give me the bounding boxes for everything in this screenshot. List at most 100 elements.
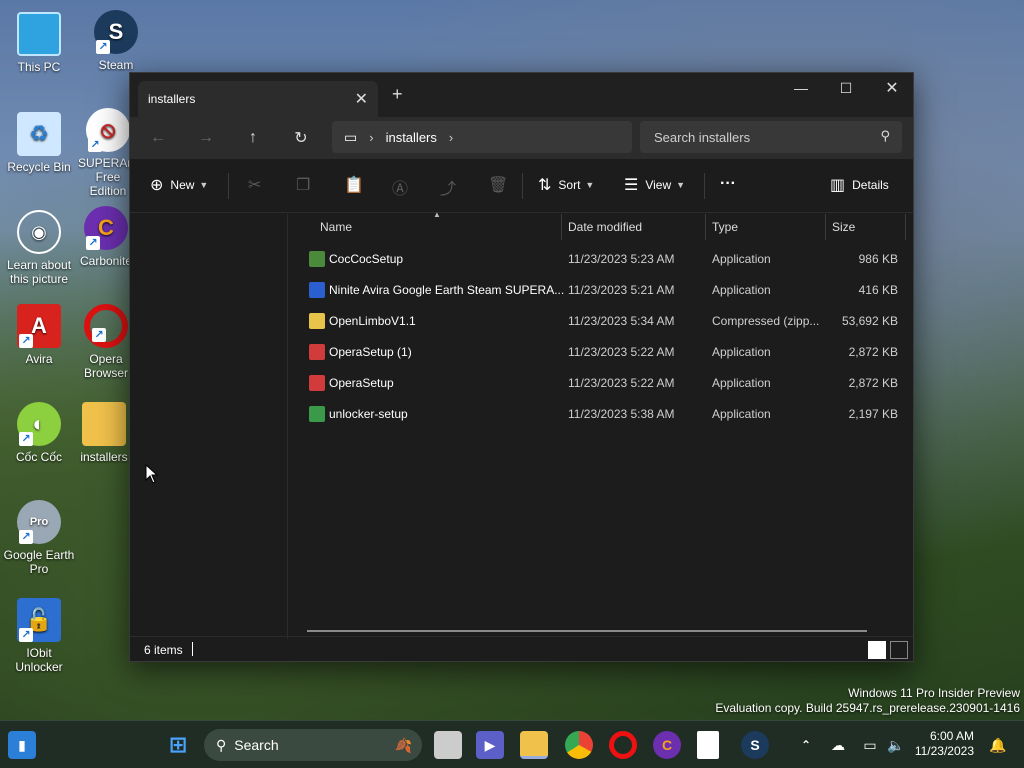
forward-arrow-icon[interactable]: → [194, 127, 218, 149]
file-explorer-window: installers ✕ + — ☐ ✕ ← → ↑ ↻ ▭ › install… [129, 72, 914, 662]
cut-icon[interactable]: ✂ [248, 175, 261, 195]
paste-icon[interactable]: 📋 [344, 175, 364, 195]
file-icon [309, 282, 325, 298]
file-row[interactable]: OpenLimboV1.1 11/23/2023 5:34 AM Compresse… [289, 306, 914, 337]
file-type: Application [712, 283, 771, 297]
back-arrow-icon[interactable]: ← [146, 127, 170, 149]
file-type: Compressed (zipp... [712, 314, 820, 328]
desktop-icon-avira[interactable]: A ↗ Avira [1, 304, 77, 366]
file-row[interactable]: CocCocSetup 11/23/2023 5:23 AM Application… [289, 244, 914, 275]
close-tab-icon[interactable]: ✕ [355, 89, 368, 109]
avira-icon: A ↗ [17, 304, 61, 348]
widgets-icon[interactable]: ▮ [8, 731, 36, 759]
horizontal-scrollbar[interactable] [307, 630, 867, 632]
file-explorer-icon[interactable] [520, 731, 548, 759]
more-options-button[interactable]: ··· [720, 175, 736, 193]
column-header-name[interactable]: Name [320, 220, 352, 234]
minimize-icon[interactable]: — [778, 73, 824, 103]
tiles-view-toggle-icon[interactable] [890, 641, 908, 659]
taskbar: ▮ ⊞ ⚲ Search 🍂 ▶ C S ⌃ ☁ ▭ 🔈 6:00 AM 11/… [0, 720, 1024, 768]
command-bar: ⊕ New ▼ ✂ ❐ 📋 Ⓐ ⤴ 🗑 ⇅ Sort ▼ ☰ View ▼ ··… [130, 159, 913, 213]
new-button[interactable]: ⊕ New ▼ [150, 175, 208, 195]
google-earth-icon: Pro ↗ [17, 500, 61, 544]
details-pane-button[interactable]: ▥ Details [830, 175, 889, 195]
desktop-icon-iobit-unlocker[interactable]: 🔓 ↗ IObit Unlocker [1, 598, 77, 674]
meet-chat-icon[interactable]: ▶ [476, 731, 504, 759]
desktop-icon-this-pc[interactable]: This PC [1, 12, 77, 74]
file-row[interactable]: OperaSetup 11/23/2023 5:22 AM Application 2… [289, 368, 914, 399]
file-name: OpenLimboV1.1 [329, 314, 416, 328]
onedrive-icon[interactable]: ☁ [824, 731, 852, 759]
column-header-type[interactable]: Type [712, 220, 738, 234]
refresh-icon[interactable]: ↻ [289, 127, 313, 149]
taskbar-search[interactable]: ⚲ Search 🍂 [204, 729, 422, 761]
file-name: CocCocSetup [329, 252, 404, 266]
close-window-icon[interactable]: ✕ [869, 73, 915, 103]
rename-icon[interactable]: Ⓐ [392, 175, 408, 199]
navigation-pane[interactable] [130, 214, 288, 639]
delete-icon[interactable]: 🗑 [488, 175, 508, 195]
opera-icon[interactable] [609, 731, 637, 759]
carbonite-icon[interactable]: C [653, 731, 681, 759]
divider [228, 173, 229, 199]
file-type: Application [712, 345, 771, 359]
clock[interactable]: 6:00 AM 11/23/2023 [915, 729, 974, 759]
file-name: Ninite Avira Google Earth Steam SUPERA..… [329, 283, 565, 297]
maximize-icon[interactable]: ☐ [823, 73, 869, 103]
chevron-right-icon[interactable]: › [449, 130, 453, 145]
coccoc-icon: ◐ ↗ [17, 402, 61, 446]
desktop-icon-recycle-bin[interactable]: ♻ Recycle Bin [1, 112, 77, 174]
file-type: Application [712, 252, 771, 266]
divider [561, 214, 562, 240]
desktop-icon-carbonite[interactable]: C ↗ Carbonite [78, 206, 134, 268]
desktop-icon-steam[interactable]: S ↗ Steam [78, 10, 154, 72]
task-view-icon[interactable] [434, 731, 462, 759]
desktop-icon-installers-folder[interactable]: installers [78, 402, 130, 464]
column-header-size[interactable]: Size [832, 220, 855, 234]
view-button[interactable]: ☰ View ▼ [624, 175, 685, 195]
share-icon[interactable]: ⤴ [440, 175, 456, 199]
monitor-icon [17, 12, 61, 56]
tab-bar: installers ✕ + — ☐ ✕ [130, 73, 913, 117]
network-icon[interactable]: ▭ [856, 731, 884, 759]
sort-button[interactable]: ⇅ Sort ▼ [538, 175, 594, 195]
file-row[interactable]: OperaSetup (1) 11/23/2023 5:22 AM Applicat… [289, 337, 914, 368]
file-row[interactable]: unlocker-setup 11/23/2023 5:38 AM Applicat… [289, 399, 914, 430]
volume-icon[interactable]: 🔈 [882, 731, 910, 759]
steam-icon[interactable]: S [741, 731, 769, 759]
divider [825, 214, 826, 240]
desktop-icon-learn-about-picture[interactable]: ◉ Learn about this picture [1, 210, 77, 286]
desktop-icon-coccoc[interactable]: ◐ ↗ Cốc Cốc [1, 402, 77, 464]
file-date: 11/23/2023 5:22 AM [568, 345, 675, 359]
chevron-down-icon: ▼ [676, 180, 686, 190]
address-bar[interactable]: ▭ › installers › [332, 121, 632, 153]
file-row[interactable]: Ninite Avira Google Earth Steam SUPERA..… [289, 275, 914, 306]
notifications-bell-icon[interactable]: 🔔 [984, 731, 1012, 759]
file-date: 11/23/2023 5:23 AM [568, 252, 675, 266]
unlock-icon: 🔓 ↗ [17, 598, 61, 642]
breadcrumb-installers[interactable]: installers [386, 130, 437, 145]
search-box[interactable]: Search installers ⚲ [640, 121, 902, 153]
file-icon [309, 344, 325, 360]
file-date: 11/23/2023 5:34 AM [568, 314, 675, 328]
tab-installers[interactable]: installers ✕ [138, 81, 378, 117]
chevron-up-icon[interactable]: ⌃ [792, 731, 820, 759]
desktop-icon-google-earth[interactable]: Pro ↗ Google Earth Pro [1, 500, 77, 576]
file-size: 416 KB [858, 283, 898, 297]
details-view-toggle-icon[interactable] [868, 641, 886, 659]
chevron-right-icon: › [369, 129, 374, 145]
column-header-date[interactable]: Date modified [568, 220, 642, 234]
steam-icon: S ↗ [94, 10, 138, 54]
file-name: OperaSetup (1) [329, 345, 412, 359]
new-tab-icon[interactable]: + [392, 84, 403, 105]
desktop-icon-opera[interactable]: ↗ Opera Browser [78, 304, 134, 380]
search-highlight-icon: 🍂 [394, 736, 412, 753]
document-icon[interactable] [697, 731, 719, 759]
start-windows-icon[interactable]: ⊞ [164, 731, 192, 759]
chrome-icon[interactable] [565, 731, 593, 759]
file-size: 2,197 KB [848, 407, 898, 421]
divider [704, 173, 705, 199]
copy-icon[interactable]: ❐ [296, 175, 310, 195]
up-arrow-icon[interactable]: ↑ [241, 127, 265, 149]
plus-circle-icon: ⊕ [150, 177, 164, 194]
